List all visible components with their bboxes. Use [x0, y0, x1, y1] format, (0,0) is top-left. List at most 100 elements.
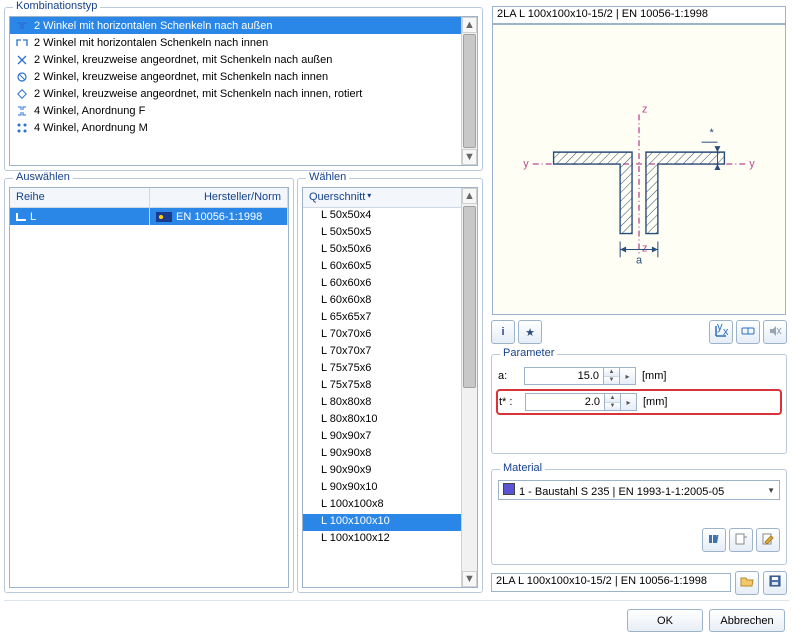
- material-new-button[interactable]: [729, 528, 753, 552]
- mute-button[interactable]: [763, 320, 787, 344]
- param-input[interactable]: [524, 367, 604, 385]
- kombi-item[interactable]: 2 Winkel, kreuzweise angeordnet, mit Sch…: [10, 68, 477, 85]
- ok-button[interactable]: OK: [627, 609, 703, 632]
- waehlen-scrollbar[interactable]: ▲ ▼: [461, 188, 477, 587]
- table-row[interactable]: L EN 10056-1:1998: [10, 208, 288, 225]
- material-label: Material: [500, 462, 545, 474]
- auswaehlen-header: Reihe Hersteller/Norm: [10, 188, 288, 208]
- scroll-down-icon[interactable]: ▼: [462, 149, 477, 165]
- waehlen-header[interactable]: Querschnitt ▾: [303, 188, 477, 208]
- scroll-up-icon[interactable]: ▲: [462, 188, 477, 204]
- list-item[interactable]: L 100x100x10: [303, 514, 477, 531]
- material-select[interactable]: 1 - Baustahl S 235 | EN 1993-1-1:2005-05…: [498, 480, 780, 500]
- list-item[interactable]: L 50x50x5: [303, 225, 477, 242]
- col-reihe[interactable]: Reihe: [10, 188, 150, 207]
- chevron-down-icon[interactable]: ▼: [605, 403, 620, 411]
- waehlen-label: Wählen: [306, 171, 349, 183]
- open-icon: [740, 574, 754, 591]
- kombi-item[interactable]: 2 Winkel, kreuzweise angeordnet, mit Sch…: [10, 51, 477, 68]
- kombi-item-label: 2 Winkel, kreuzweise angeordnet, mit Sch…: [34, 88, 362, 100]
- scroll-down-icon[interactable]: ▼: [462, 571, 477, 587]
- chevron-down-icon: ▾: [367, 191, 371, 204]
- kombinationstyp-group: Kombinationstyp 2 Winkel mit horizontale…: [4, 7, 483, 171]
- save-icon: [768, 574, 782, 591]
- angle-four-f-icon: [16, 105, 28, 117]
- param-step-button[interactable]: ▸: [621, 393, 637, 411]
- list-item[interactable]: L 100x100x12: [303, 531, 477, 548]
- new-icon: [734, 532, 748, 549]
- list-item[interactable]: L 90x90x10: [303, 480, 477, 497]
- waehlen-group: Wählen Querschnitt ▾ L 50x50x4L 50x50x5L…: [297, 178, 483, 593]
- list-item[interactable]: L 50x50x6: [303, 242, 477, 259]
- auswaehlen-grid[interactable]: Reihe Hersteller/Norm L EN 10056-1:1998: [9, 187, 289, 588]
- col-norm[interactable]: Hersteller/Norm: [150, 188, 288, 207]
- list-item[interactable]: L 70x70x6: [303, 327, 477, 344]
- kombi-item[interactable]: 4 Winkel, Anordnung M: [10, 119, 477, 136]
- chevron-down-icon: ▼: [767, 486, 775, 495]
- separator: [4, 600, 789, 602]
- parameter-row: a: ▲▼ ▸ [mm]: [498, 365, 780, 387]
- kombi-item[interactable]: 4 Winkel, Anordnung F: [10, 102, 477, 119]
- kombi-item-label: 4 Winkel, Anordnung M: [34, 122, 148, 134]
- kombi-item-label: 4 Winkel, Anordnung F: [34, 105, 145, 117]
- param-spinner[interactable]: ▲▼: [605, 393, 621, 411]
- list-item[interactable]: L 50x50x4: [303, 208, 477, 225]
- param-unit: [mm]: [643, 396, 667, 408]
- kombi-item[interactable]: 2 Winkel mit horizontalen Schenkeln nach…: [10, 34, 477, 51]
- list-item[interactable]: L 75x75x6: [303, 361, 477, 378]
- list-item[interactable]: L 90x90x9: [303, 463, 477, 480]
- cancel-button[interactable]: Abbrechen: [709, 609, 785, 632]
- chevron-up-icon[interactable]: ▲: [605, 394, 620, 403]
- scroll-thumb[interactable]: [463, 34, 476, 148]
- svg-text:*: *: [710, 127, 715, 139]
- list-item[interactable]: L 80x80x10: [303, 412, 477, 429]
- favorite-button[interactable]: ★: [518, 320, 542, 344]
- summary-input[interactable]: 2LA L 100x100x10-15/2 | EN 10056-1:1998: [491, 573, 731, 592]
- list-item[interactable]: L 60x60x8: [303, 293, 477, 310]
- param-spinner[interactable]: ▲▼: [604, 367, 620, 385]
- kombi-scrollbar[interactable]: ▲ ▼: [461, 17, 477, 165]
- material-edit-button[interactable]: [756, 528, 780, 552]
- axis-button[interactable]: yx: [709, 320, 733, 344]
- param-step-button[interactable]: ▸: [620, 367, 636, 385]
- summary-save-button[interactable]: [763, 571, 787, 595]
- kombi-item-label: 2 Winkel, kreuzweise angeordnet, mit Sch…: [34, 54, 332, 66]
- preview-toolbar: i ★ yx: [491, 320, 787, 348]
- list-item[interactable]: L 60x60x5: [303, 259, 477, 276]
- svg-text:y: y: [523, 158, 529, 170]
- list-item[interactable]: L 70x70x7: [303, 344, 477, 361]
- kombi-item-label: 2 Winkel, kreuzweise angeordnet, mit Sch…: [34, 71, 328, 83]
- summary-open-button[interactable]: [735, 571, 759, 595]
- list-item[interactable]: L 90x90x8: [303, 446, 477, 463]
- info-button[interactable]: i: [491, 320, 515, 344]
- kombi-list[interactable]: 2 Winkel mit horizontalen Schenkeln nach…: [9, 16, 478, 166]
- scroll-thumb[interactable]: [463, 206, 476, 388]
- kombi-rows: 2 Winkel mit horizontalen Schenkeln nach…: [10, 17, 477, 136]
- kombi-item[interactable]: 2 Winkel mit horizontalen Schenkeln nach…: [10, 17, 477, 34]
- svg-text:z: z: [642, 103, 647, 115]
- parameter-rows: a: ▲▼ ▸ [mm]t* : ▲▼ ▸ [mm]: [498, 365, 780, 447]
- cell-value: L: [30, 211, 36, 223]
- list-item[interactable]: L 60x60x6: [303, 276, 477, 293]
- cell-value: EN 10056-1:1998: [176, 211, 262, 223]
- material-library-button[interactable]: [702, 528, 726, 552]
- toggle-button[interactable]: [736, 320, 760, 344]
- material-value: 1 - Baustahl S 235 | EN 1993-1-1:2005-05: [519, 486, 724, 498]
- svg-text:z: z: [642, 242, 647, 254]
- chevron-up-icon[interactable]: ▲: [604, 368, 619, 377]
- list-item[interactable]: L 65x65x7: [303, 310, 477, 327]
- scroll-up-icon[interactable]: ▲: [462, 17, 477, 33]
- list-item[interactable]: L 90x90x7: [303, 429, 477, 446]
- chevron-down-icon[interactable]: ▼: [604, 377, 619, 385]
- param-input[interactable]: [525, 393, 605, 411]
- angle-cross-out-icon: [16, 54, 28, 66]
- list-item[interactable]: L 75x75x8: [303, 378, 477, 395]
- info-icon: i: [501, 326, 504, 338]
- angle-cross-in-icon: [16, 71, 28, 83]
- mute-icon: [768, 324, 782, 341]
- edit-icon: [761, 532, 775, 549]
- list-item[interactable]: L 80x80x8: [303, 395, 477, 412]
- kombi-item[interactable]: 2 Winkel, kreuzweise angeordnet, mit Sch…: [10, 85, 477, 102]
- waehlen-list[interactable]: Querschnitt ▾ L 50x50x4L 50x50x5L 50x50x…: [302, 187, 478, 588]
- list-item[interactable]: L 100x100x8: [303, 497, 477, 514]
